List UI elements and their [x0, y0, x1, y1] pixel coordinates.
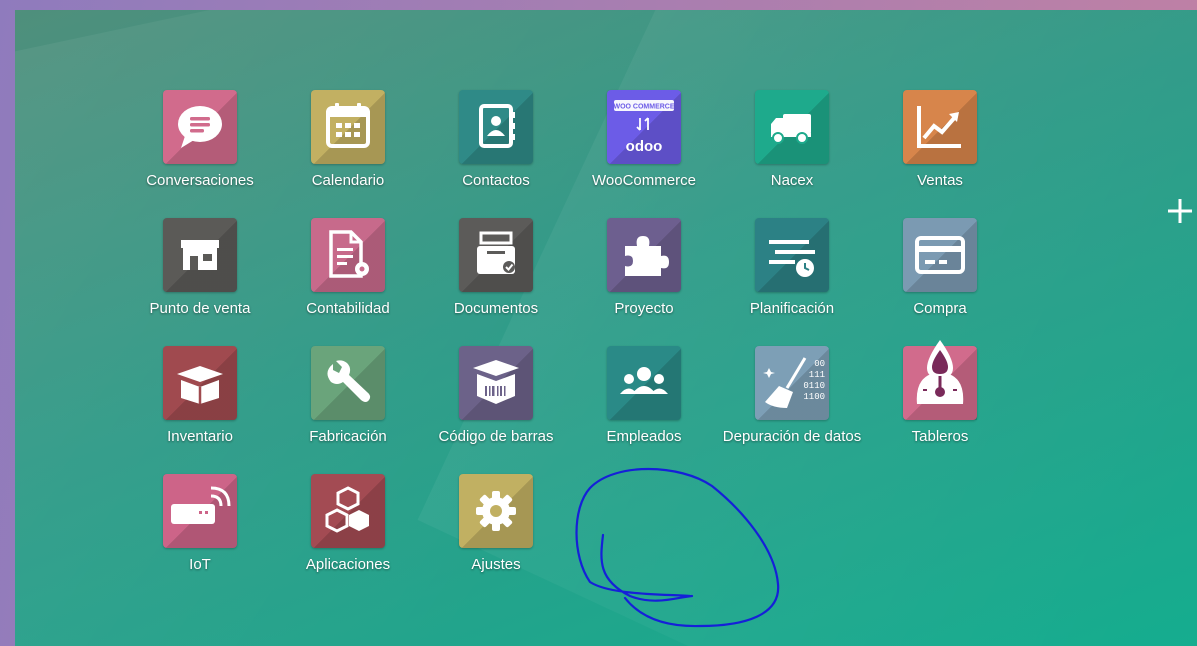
app-nacex[interactable]: Nacex	[718, 90, 866, 200]
app-depuracion-de-datos[interactable]: 00 111 0110 1100 Depuración de datos	[718, 346, 866, 456]
app-label: Tableros	[911, 428, 969, 445]
app-label: Ventas	[917, 172, 963, 189]
barcode-box-icon	[459, 346, 533, 420]
svg-text:0110: 0110	[803, 381, 825, 391]
svg-text:odoo: odoo	[626, 138, 663, 155]
app-label: WooCommerce	[592, 172, 696, 189]
app-label: Depuración de datos	[722, 428, 862, 445]
app-ajustes[interactable]: Ajustes	[422, 474, 570, 584]
document-tray-icon	[459, 218, 533, 292]
truck-icon	[755, 90, 829, 164]
broom-binary-icon: 00 111 0110 1100	[755, 346, 829, 420]
app-iot[interactable]: IoT	[126, 474, 274, 584]
credit-card-icon	[903, 218, 977, 292]
calendar-icon	[311, 90, 385, 164]
app-label: Proyecto	[614, 300, 674, 317]
app-label: IoT	[189, 556, 211, 573]
app-label: Planificación	[749, 300, 835, 317]
app-label: Inventario	[167, 428, 233, 445]
app-compra[interactable]: Compra	[866, 218, 1014, 328]
address-book-icon	[459, 90, 533, 164]
app-label: Compra	[913, 300, 967, 317]
app-label: Fabricación	[309, 428, 387, 445]
app-planificacion[interactable]: Planificación	[718, 218, 866, 328]
svg-text:WOO COMMERCE: WOO COMMERCE	[613, 104, 674, 111]
app-contabilidad[interactable]: Contabilidad	[274, 218, 422, 328]
app-proyecto[interactable]: Proyecto	[570, 218, 718, 328]
app-label: Ajustes	[471, 556, 521, 573]
svg-text:111: 111	[809, 370, 825, 380]
plus-icon[interactable]	[1165, 196, 1195, 226]
wrench-icon	[311, 346, 385, 420]
app-label: Calendario	[311, 172, 385, 189]
woocommerce-odoo-logo: WOO COMMERCE odoo	[607, 90, 681, 164]
app-label: Documentos	[453, 300, 539, 317]
app-contactos[interactable]: Contactos	[422, 90, 570, 200]
app-woocommerce[interactable]: WOO COMMERCE odoo WooCommerce	[570, 90, 718, 200]
app-aplicaciones[interactable]: Aplicaciones	[274, 474, 422, 584]
puzzle-icon	[607, 218, 681, 292]
open-box-icon	[163, 346, 237, 420]
app-fabricacion[interactable]: Fabricación	[274, 346, 422, 456]
app-inventario[interactable]: Inventario	[126, 346, 274, 456]
app-label: Nacex	[770, 172, 814, 189]
invoice-gear-icon	[311, 218, 385, 292]
app-label: Punto de venta	[149, 300, 251, 317]
app-ventas[interactable]: Ventas	[866, 90, 1014, 200]
iot-device-icon	[163, 474, 237, 548]
app-codigo-de-barras[interactable]: Código de barras	[422, 346, 570, 456]
app-label: Contabilidad	[306, 300, 390, 317]
app-punto-de-venta[interactable]: Punto de venta	[126, 218, 274, 328]
app-label: Aplicaciones	[305, 556, 391, 573]
app-calendario[interactable]: Calendario	[274, 90, 422, 200]
app-empleados[interactable]: Empleados	[570, 346, 718, 456]
trend-chart-icon	[903, 90, 977, 164]
chat-bubble-icon	[163, 90, 237, 164]
gauge-drop-icon	[903, 340, 977, 420]
app-label: Conversaciones	[146, 172, 254, 189]
cubes-icon	[311, 474, 385, 548]
svg-text:00: 00	[814, 359, 825, 369]
gear-icon	[459, 474, 533, 548]
app-documentos[interactable]: Documentos	[422, 218, 570, 328]
app-label: Empleados	[606, 428, 682, 445]
shop-icon	[163, 218, 237, 292]
app-label: Contactos	[462, 172, 530, 189]
app-tableros[interactable]: Tableros	[866, 340, 1014, 456]
app-conversaciones[interactable]: Conversaciones	[126, 90, 274, 200]
schedule-clock-icon	[755, 218, 829, 292]
app-label: Código de barras	[438, 428, 554, 445]
svg-text:1100: 1100	[803, 392, 825, 402]
people-group-icon	[607, 346, 681, 420]
